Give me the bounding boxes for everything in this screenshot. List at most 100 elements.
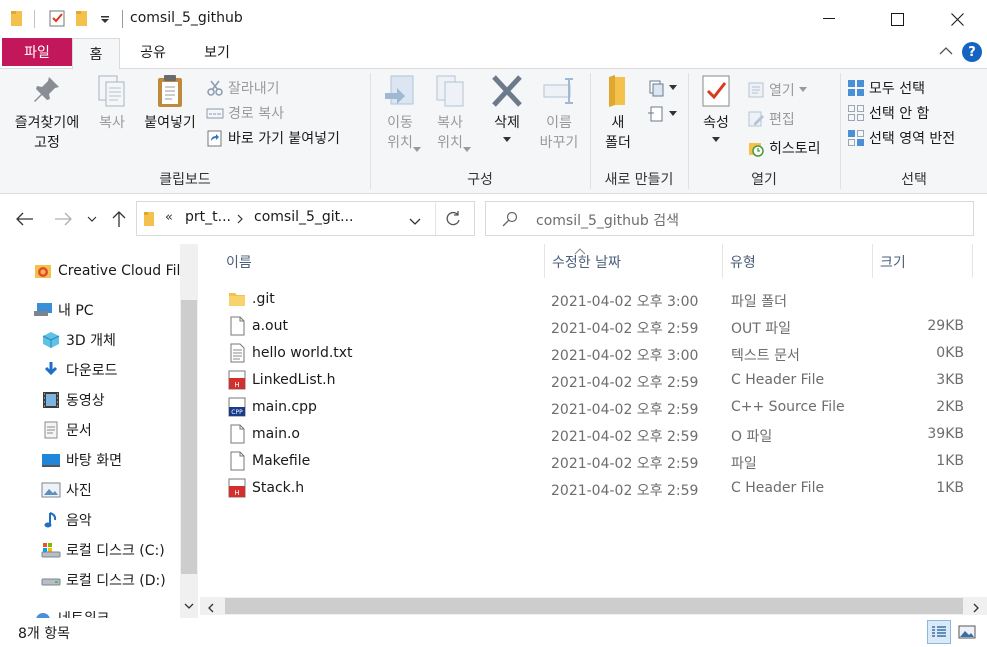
close-button[interactable]: [934, 0, 980, 38]
edit-label: 편집: [769, 112, 795, 128]
clipboard-group-label: 클립보드: [159, 172, 211, 188]
cut-button[interactable]: 잘라내기: [206, 77, 280, 99]
scroll-down-arrow-icon[interactable]: [184, 598, 194, 614]
file-type: 파일: [731, 456, 757, 472]
file-list-horizontal-scrollbar[interactable]: [200, 597, 987, 615]
nav-item-pictures[interactable]: 사진: [40, 476, 92, 504]
copy-to-button[interactable]: 복사 위치: [427, 73, 473, 153]
paste-button[interactable]: 붙여넣기: [138, 73, 202, 133]
file-row[interactable]: Makefile 2021-04-02 오후 2:59 파일 1KB: [200, 448, 987, 475]
open-group-label: 열기: [751, 172, 777, 188]
file-row[interactable]: .git 2021-04-02 오후 3:00 파일 폴더: [200, 286, 987, 313]
new-folder-button[interactable]: 새 폴더: [595, 73, 641, 153]
search-box[interactable]: comsil_5_github 검색: [485, 201, 974, 236]
delete-button[interactable]: 삭제: [483, 73, 531, 147]
help-icon[interactable]: ?: [962, 42, 982, 62]
invert-selection-button[interactable]: 선택 영역 반전: [847, 127, 955, 149]
copy-path-icon: [206, 108, 224, 119]
large-icons-view-icon[interactable]: [955, 620, 979, 644]
column-header-date[interactable]: 수정한 날짜: [544, 244, 722, 280]
copy-to-label-line2: 위치: [437, 135, 463, 151]
properties-button[interactable]: 속성: [693, 73, 739, 147]
rename-button[interactable]: 이름 바꾸기: [533, 73, 585, 153]
nav-item-drive-d[interactable]: 로컬 디스크 (D:): [40, 566, 166, 594]
file-type: 파일 폴더: [731, 294, 787, 310]
new-item-button[interactable]: [647, 77, 677, 99]
scroll-right-arrow-icon[interactable]: [972, 601, 980, 617]
nav-item-drive-c[interactable]: 로컬 디스크 (C:): [40, 536, 165, 564]
select-none-label: 선택 안 함: [869, 106, 930, 122]
nav-item-desktop[interactable]: 바탕 화면: [40, 446, 122, 474]
pin-to-quick-access-button[interactable]: 즐겨찾기에 고정: [6, 73, 88, 153]
details-view-icon[interactable]: [927, 620, 951, 644]
file-name: main.cpp: [252, 399, 317, 415]
file-date: 2021-04-02 오후 2:59: [551, 375, 699, 391]
forward-arrow-icon[interactable]: [52, 208, 74, 230]
paste-shortcut-button[interactable]: 바로 가기 붙여넣기: [206, 127, 340, 149]
nav-item-label: Creative Cloud Fil: [58, 263, 181, 279]
new-folder-quick-access-icon[interactable]: [74, 9, 90, 31]
edit-button[interactable]: 편집: [747, 108, 795, 130]
file-date: 2021-04-02 오후 2:59: [551, 456, 699, 472]
properties-quick-access-icon[interactable]: [48, 9, 66, 31]
file-size: 1KB: [936, 480, 964, 496]
tab-file[interactable]: 파일: [2, 38, 72, 66]
file-row[interactable]: a.out 2021-04-02 오후 2:59 OUT 파일 29KB: [200, 313, 987, 340]
recent-locations-chevron-down-icon[interactable]: [84, 208, 100, 230]
nav-pane-scrollbar-thumb[interactable]: [181, 300, 197, 574]
tab-share[interactable]: 공유: [130, 38, 176, 66]
nav-pane-scrollbar[interactable]: [180, 244, 198, 618]
copy-to-dropdown-icon: [463, 147, 471, 152]
column-header-size[interactable]: 크기: [872, 244, 972, 280]
nav-item-videos[interactable]: 동영상: [40, 386, 105, 414]
file-row[interactable]: H Stack.h 2021-04-02 오후 2:59 C Header Fi…: [200, 475, 987, 502]
file-name: .git: [252, 291, 275, 307]
file-name: LinkedList.h: [252, 372, 336, 388]
select-all-button[interactable]: 모두 선택: [847, 77, 925, 99]
nav-item-pc[interactable]: 내 PC: [32, 296, 94, 324]
easy-access-button[interactable]: [647, 103, 677, 125]
file-row[interactable]: H LinkedList.h 2021-04-02 오후 2:59 C Head…: [200, 367, 987, 394]
select-none-button[interactable]: 선택 안 함: [847, 102, 929, 124]
move-to-icon: [385, 75, 414, 105]
pictures-icon: [40, 482, 62, 498]
history-button[interactable]: 히스토리: [747, 137, 821, 159]
column-header-type[interactable]: 유형: [722, 244, 872, 280]
paste-shortcut-label: 바로 가기 붙여넣기: [228, 131, 340, 147]
nav-item-documents[interactable]: 문서: [40, 416, 92, 444]
up-arrow-icon[interactable]: [108, 208, 130, 230]
customize-quick-access-icon[interactable]: [100, 13, 110, 29]
nav-item-downloads[interactable]: 다운로드: [40, 356, 118, 384]
copy-path-button[interactable]: 경로 복사: [206, 102, 284, 124]
breadcrumb-segment[interactable]: prt_t...: [185, 209, 231, 225]
file-date: 2021-04-02 오후 2:59: [551, 483, 699, 499]
address-overflow[interactable]: «: [165, 210, 173, 225]
scroll-left-arrow-icon[interactable]: [207, 601, 215, 617]
nav-item-music[interactable]: 음악: [40, 506, 92, 534]
move-to-button[interactable]: 이동 위치: [377, 73, 423, 153]
address-bar[interactable]: « prt_t... comsil_5_git...: [136, 201, 475, 236]
collapse-ribbon-chevron-up-icon[interactable]: [938, 44, 956, 60]
breadcrumb-segment-current[interactable]: comsil_5_git...: [254, 209, 354, 225]
tab-home[interactable]: 홈: [72, 38, 120, 69]
back-arrow-icon[interactable]: [14, 208, 36, 230]
maximize-button[interactable]: [874, 0, 920, 38]
address-history-chevron-down-icon[interactable]: [409, 214, 421, 230]
file-row[interactable]: hello world.txt 2021-04-02 오후 3:00 텍스트 문…: [200, 340, 987, 367]
refresh-icon[interactable]: [443, 209, 463, 233]
nav-item-3d-objects[interactable]: 3D 개체: [40, 326, 116, 354]
organize-group: 이동 위치 복사 위치 삭제 이름 바꾸기 구성: [371, 69, 589, 193]
delete-label: 삭제: [494, 115, 520, 131]
column-header-name[interactable]: 이름: [218, 244, 544, 280]
search-input[interactable]: comsil_5_github 검색: [536, 210, 679, 230]
minimize-button[interactable]: [806, 0, 852, 38]
horizontal-scrollbar-thumb[interactable]: [225, 598, 963, 614]
file-row[interactable]: CPP main.cpp 2021-04-02 오후 2:59 C++ Sour…: [200, 394, 987, 421]
copy-button[interactable]: 복사: [90, 73, 134, 133]
nav-item-network[interactable]: 네트워크: [32, 604, 110, 618]
open-button[interactable]: 열기: [747, 79, 807, 101]
chevron-right-icon[interactable]: [237, 212, 243, 228]
file-row[interactable]: main.o 2021-04-02 오후 2:59 O 파일 39KB: [200, 421, 987, 448]
nav-item-creative-cloud[interactable]: Creative Cloud Fil: [32, 257, 180, 285]
tab-view[interactable]: 보기: [192, 38, 242, 66]
